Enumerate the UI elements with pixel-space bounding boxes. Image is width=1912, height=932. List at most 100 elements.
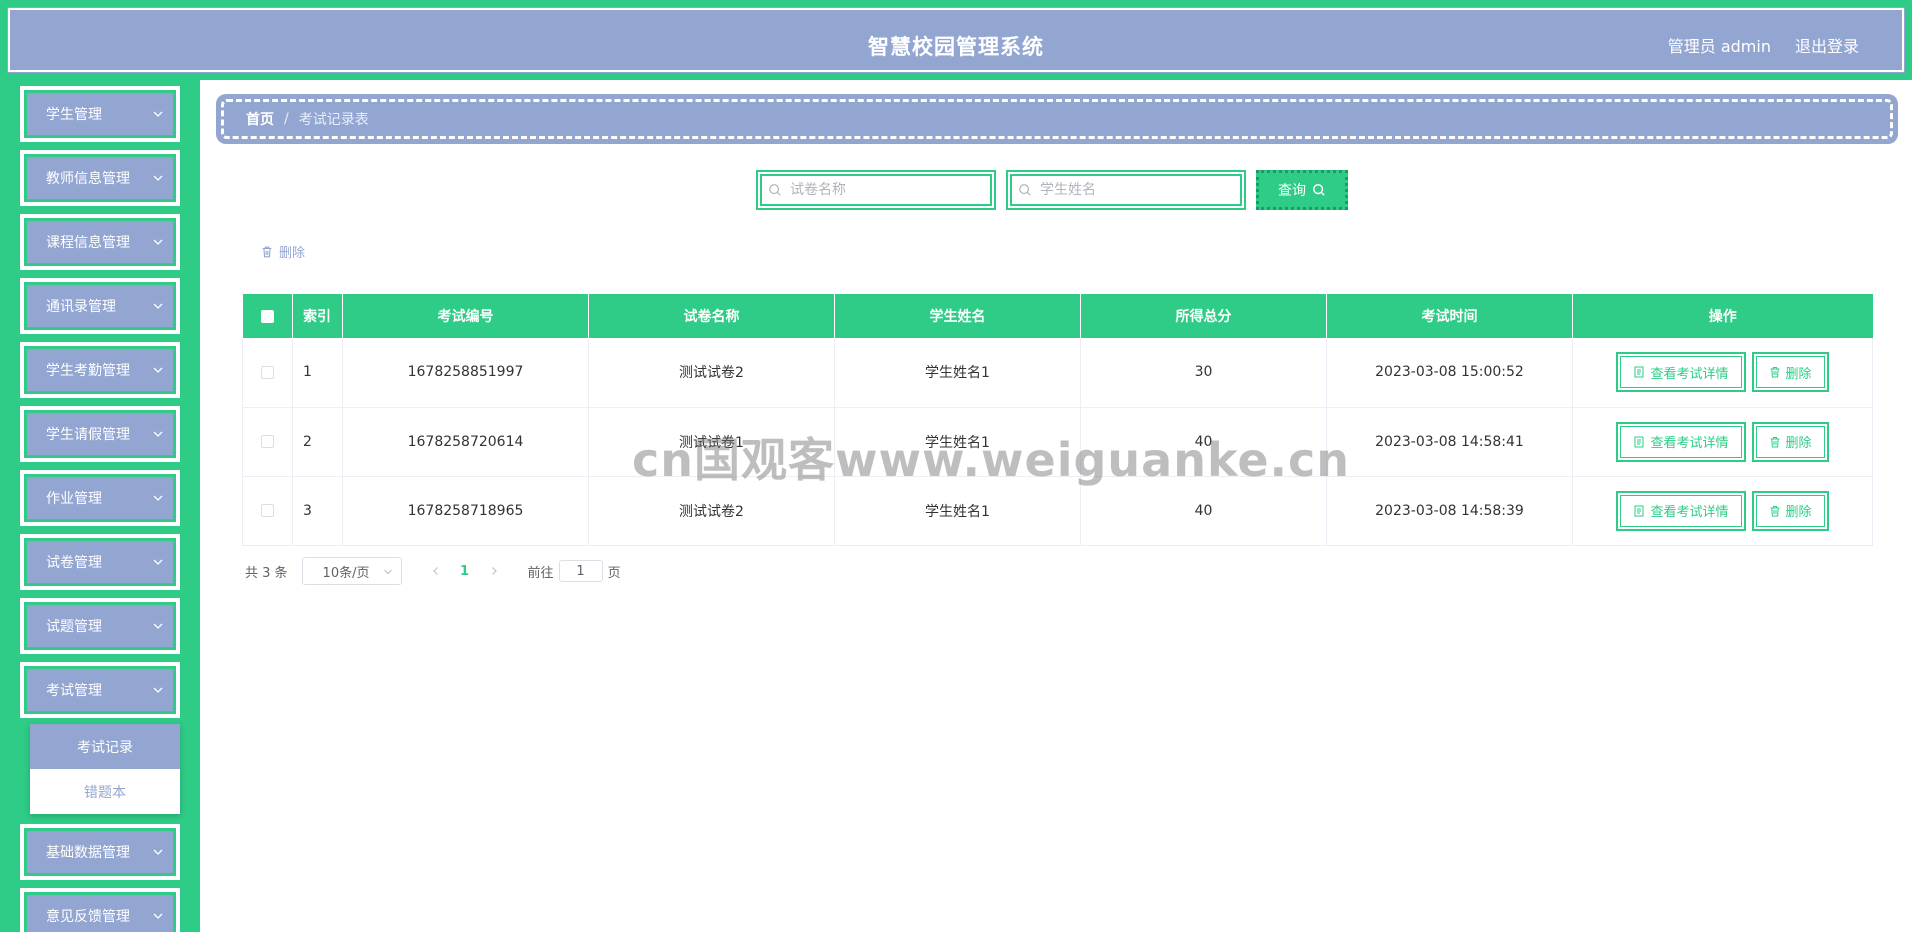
column-header: 索引	[292, 294, 343, 338]
sidebar-item[interactable]: 教师信息管理	[20, 150, 180, 206]
exam-time-cell: 2023-03-08 14:58:39	[1326, 476, 1573, 546]
total-count: 共 3 条	[245, 565, 288, 581]
sidebar-item[interactable]: 通讯录管理	[20, 278, 180, 334]
chevron-down-icon-wrap	[152, 684, 164, 696]
exam-time-cell: 2023-03-08 15:00:52	[1326, 338, 1573, 408]
exam-record-table: 索引 考试编号 试卷名称 学生姓名 所得总分 考试时间 操作 1 16782588…	[242, 294, 1873, 546]
student-name-input[interactable]	[1040, 182, 1220, 198]
sidebar-item[interactable]: 考试管理	[20, 662, 180, 718]
chevron-down-icon	[153, 175, 163, 181]
sidebar-item[interactable]: 学生请假管理	[20, 406, 180, 462]
row-delete-button[interactable]: 删除	[1751, 352, 1829, 393]
sidebar-item[interactable]: 基础数据管理	[20, 824, 180, 880]
query-button[interactable]: 查询	[1256, 170, 1348, 210]
row-select-cell	[242, 407, 293, 477]
paper-name-search-inner	[760, 174, 992, 206]
goto-page-input[interactable]	[558, 560, 603, 582]
chevron-down-icon	[153, 495, 163, 501]
row-delete-button-inner: 删除	[1755, 356, 1825, 389]
chevron-down-icon	[153, 623, 163, 629]
trash-icon	[1770, 367, 1779, 378]
view-detail-button[interactable]: 查看考试详情	[1616, 421, 1746, 462]
chevron-down-icon	[153, 111, 163, 117]
chevron-down-icon-wrap	[152, 910, 164, 922]
batch-delete-button[interactable]: 删除	[260, 242, 305, 261]
student-name-search[interactable]	[1006, 170, 1246, 210]
sidebar-item-label: 作业管理	[46, 491, 102, 507]
sidebar-item-label: 考试管理	[46, 683, 102, 699]
row-checkbox[interactable]	[261, 435, 274, 448]
sidebar-item[interactable]: 学生管理	[20, 86, 180, 142]
breadcrumb-separator: /	[284, 111, 289, 127]
current-user: 管理员 admin	[1667, 37, 1771, 56]
batch-delete-label: 删除	[279, 246, 306, 261]
row-checkbox[interactable]	[261, 365, 274, 379]
sidebar-item[interactable]: 试题管理	[20, 598, 180, 654]
chevron-down-icon	[153, 849, 163, 855]
sidebar-item-label: 基础数据管理	[46, 845, 130, 861]
query-button-label: 查询	[1278, 183, 1306, 199]
index-cell: 2	[292, 407, 343, 477]
row-delete-button-inner: 删除	[1755, 494, 1825, 527]
trash-icon	[1770, 436, 1779, 447]
actions-cell: 查看考试详情 删除	[1572, 338, 1873, 408]
next-page-button[interactable]	[480, 557, 508, 585]
chevron-down-icon	[153, 913, 163, 919]
student-name-cell: 学生姓名1	[834, 476, 1081, 546]
chevron-down-icon-wrap	[152, 556, 164, 568]
row-delete-button[interactable]: 删除	[1751, 490, 1829, 531]
select-all-checkbox[interactable]	[260, 309, 274, 323]
breadcrumb-current: 考试记录表	[298, 112, 369, 128]
pagination: 共 3 条 10条/页 1 前往 页	[245, 557, 621, 585]
row-delete-button[interactable]: 删除	[1751, 421, 1829, 462]
row-checkbox[interactable]	[261, 504, 274, 517]
chevron-down-icon	[153, 303, 163, 309]
view-detail-label: 查看考试详情	[1650, 436, 1729, 451]
paper-name-input[interactable]	[790, 182, 970, 198]
view-detail-button-inner: 查看考试详情	[1620, 494, 1742, 527]
chevron-left-icon	[432, 567, 438, 575]
chevron-down-icon	[153, 431, 163, 437]
sidebar-item-label: 学生请假管理	[46, 427, 130, 443]
score-cell: 40	[1080, 476, 1327, 546]
sidebar-item[interactable]: 学生考勤管理	[20, 342, 180, 398]
chevron-down-icon-wrap	[152, 620, 164, 632]
page-size-select[interactable]: 10条/页	[301, 557, 402, 585]
view-detail-button[interactable]: 查看考试详情	[1616, 490, 1746, 531]
sidebar-item[interactable]: 意见反馈管理	[20, 888, 180, 932]
prev-page-button[interactable]	[422, 557, 450, 585]
sidebar-item[interactable]: 试卷管理	[20, 534, 180, 590]
row-select-cell	[242, 476, 293, 546]
logout-link[interactable]: 退出登录	[1795, 33, 1859, 57]
sidebar-item[interactable]: 作业管理	[20, 470, 180, 526]
sidebar-item-label: 通讯录管理	[46, 299, 116, 315]
goto-prefix: 前往	[527, 565, 554, 581]
search-icon	[1019, 184, 1031, 196]
view-detail-button[interactable]: 查看考试详情	[1616, 352, 1746, 393]
chevron-down-icon-wrap	[152, 492, 164, 504]
select-all-cell	[242, 294, 293, 338]
column-header: 试卷名称	[588, 294, 835, 338]
actions-cell: 查看考试详情 删除	[1572, 407, 1873, 477]
submenu-item[interactable]: 错题本	[30, 769, 180, 814]
sidebar-item-label: 课程信息管理	[46, 235, 130, 251]
view-detail-button-inner: 查看考试详情	[1620, 425, 1742, 458]
chevron-down-icon-wrap	[152, 236, 164, 248]
exam-submenu: 考试记录 错题本	[30, 724, 180, 814]
page-size-value: 10条/页	[322, 565, 370, 581]
row-delete-label: 删除	[1785, 436, 1812, 451]
sidebar-item[interactable]: 课程信息管理	[20, 214, 180, 270]
submenu-item[interactable]: 考试记录	[30, 724, 180, 769]
exam-no-cell: 1678258718965	[342, 476, 589, 546]
row-delete-label: 删除	[1785, 505, 1812, 520]
goto-suffix: 页	[607, 565, 621, 581]
actions-cell: 查看考试详情 删除	[1572, 476, 1873, 546]
page-number[interactable]: 1	[450, 564, 480, 579]
paper-name-cell: 测试试卷2	[588, 338, 835, 408]
paper-name-search[interactable]	[756, 170, 996, 210]
breadcrumb-bar: 首页 / 考试记录表	[216, 94, 1898, 144]
table-row: 1 1678258851997 测试试卷2 学生姓名1 30 2023-03-08 15:…	[242, 338, 1873, 408]
sidebar-item-label: 试卷管理	[46, 555, 102, 571]
sidebar-item-label: 教师信息管理	[46, 171, 130, 187]
breadcrumb-home[interactable]: 首页	[246, 109, 274, 129]
